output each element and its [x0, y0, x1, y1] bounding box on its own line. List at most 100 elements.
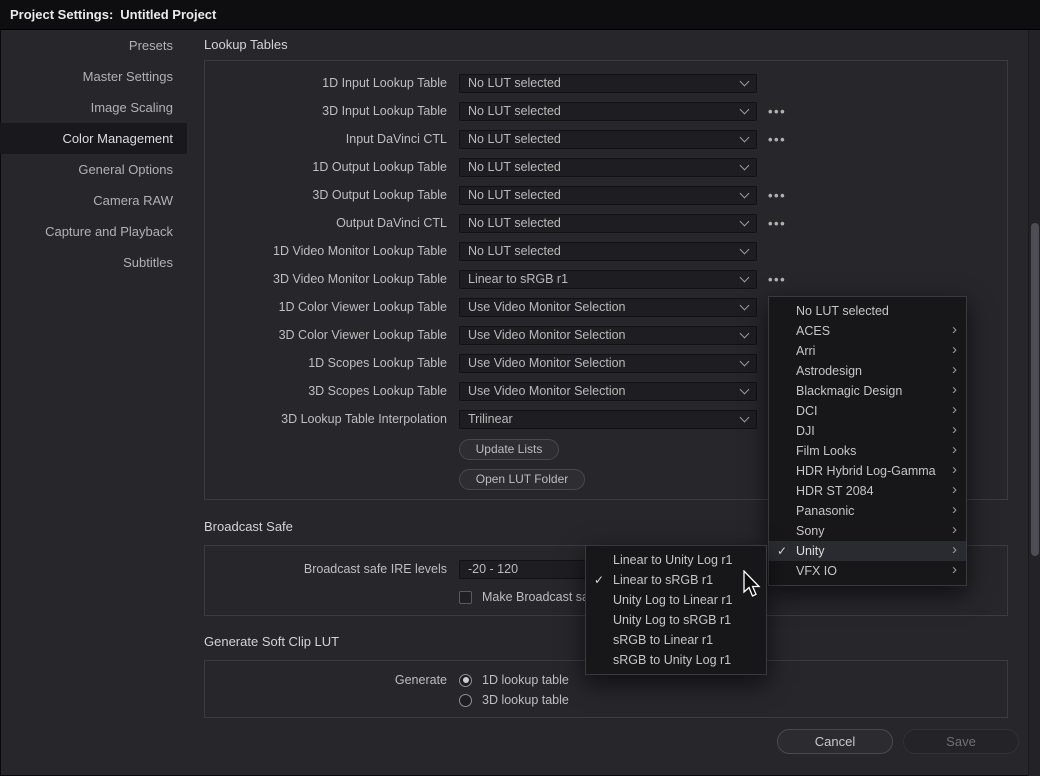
lut-row: 1D Output Lookup Table No LUT selected — [205, 153, 1007, 181]
chevron-down-icon — [740, 104, 750, 114]
lut-row: Output DaVinci CTL No LUT selected — [205, 209, 1007, 237]
sidebar-item-capture-and-playback[interactable]: Capture and Playback — [0, 216, 187, 247]
menu-item-label: Sony — [796, 524, 825, 538]
menu-item-label: Panasonic — [796, 504, 854, 518]
menu-item-label: Linear to Unity Log r1 — [613, 553, 733, 567]
lut-dropdown-output-ctl[interactable]: No LUT selected — [459, 214, 757, 233]
submenu-item-unity-log-to-linear[interactable]: Unity Log to Linear r1 — [586, 590, 766, 610]
lut-dropdown-1d-output[interactable]: No LUT selected — [459, 158, 757, 177]
more-options-button[interactable] — [768, 188, 786, 203]
submenu-arrow-icon — [952, 381, 957, 401]
menu-item-dci[interactable]: DCI — [769, 401, 966, 421]
menu-item-label: DCI — [796, 404, 818, 418]
menu-item-label: sRGB to Unity Log r1 — [613, 653, 731, 667]
submenu-arrow-icon — [952, 541, 957, 561]
sidebar-item-color-management[interactable]: Color Management — [0, 123, 187, 154]
lut-row: 3D Output Lookup Table No LUT selected — [205, 181, 1007, 209]
section-heading-broadcast-safe: Broadcast Safe — [204, 519, 293, 534]
menu-item-dji[interactable]: DJI — [769, 421, 966, 441]
submenu-arrow-icon — [952, 501, 957, 521]
lut-row: 3D Video Monitor Lookup Table Linear to … — [205, 265, 1007, 293]
submenu-item-srgb-to-linear[interactable]: sRGB to Linear r1 — [586, 630, 766, 650]
lut-dropdown-interpolation[interactable]: Trilinear — [459, 410, 757, 429]
submenu-arrow-icon — [952, 481, 957, 501]
sidebar-item-general-options[interactable]: General Options — [0, 154, 187, 185]
chevron-down-icon — [740, 412, 750, 422]
dropdown-value: No LUT selected — [468, 244, 741, 258]
menu-item-label: Astrodesign — [796, 364, 862, 378]
chevron-down-icon — [740, 76, 750, 86]
radio-1d-lookup-table[interactable] — [459, 674, 472, 687]
more-options-button[interactable] — [768, 272, 786, 287]
sidebar-item-master-settings[interactable]: Master Settings — [0, 61, 187, 92]
menu-item-arri[interactable]: Arri — [769, 341, 966, 361]
cancel-button[interactable]: Cancel — [777, 729, 893, 754]
dropdown-value: No LUT selected — [468, 132, 741, 146]
lut-dropdown-1d-input[interactable]: No LUT selected — [459, 74, 757, 93]
settings-sidebar: Presets Master Settings Image Scaling Co… — [0, 30, 187, 776]
radio-label: 1D lookup table — [482, 673, 569, 687]
menu-item-label: Arri — [796, 344, 815, 358]
dropdown-value: Use Video Monitor Selection — [468, 384, 741, 398]
row-label: 1D Video Monitor Lookup Table — [205, 244, 447, 258]
more-options-button[interactable] — [768, 132, 786, 147]
dropdown-value: Use Video Monitor Selection — [468, 356, 741, 370]
section-heading-generate-soft-clip: Generate Soft Clip LUT — [204, 634, 339, 649]
submenu-arrow-icon — [952, 441, 957, 461]
menu-item-aces[interactable]: ACES — [769, 321, 966, 341]
make-broadcast-safe-checkbox[interactable] — [459, 591, 472, 604]
more-options-button[interactable] — [768, 104, 786, 119]
row-label: Output DaVinci CTL — [205, 216, 447, 230]
row-label: 3D Color Viewer Lookup Table — [205, 328, 447, 342]
lut-dropdown-3d-scopes[interactable]: Use Video Monitor Selection — [459, 382, 757, 401]
scrollbar-track[interactable] — [1028, 30, 1040, 776]
radio-label: 3D lookup table — [482, 693, 569, 707]
chevron-down-icon — [740, 300, 750, 310]
lut-dropdown-3d-color-viewer[interactable]: Use Video Monitor Selection — [459, 326, 757, 345]
row-label: Broadcast safe IRE levels — [205, 562, 447, 576]
menu-item-no-lut-selected[interactable]: No LUT selected — [769, 301, 966, 321]
lut-dropdown-3d-video-monitor[interactable]: Linear to sRGB r1 — [459, 270, 757, 289]
sidebar-item-camera-raw[interactable]: Camera RAW — [0, 185, 187, 216]
chevron-down-icon — [740, 244, 750, 254]
lut-dropdown-1d-color-viewer[interactable]: Use Video Monitor Selection — [459, 298, 757, 317]
menu-item-sony[interactable]: Sony — [769, 521, 966, 541]
row-label: 3D Output Lookup Table — [205, 188, 447, 202]
submenu-item-unity-log-to-srgb[interactable]: Unity Log to sRGB r1 — [586, 610, 766, 630]
submenu-item-linear-to-unity-log[interactable]: Linear to Unity Log r1 — [586, 550, 766, 570]
dropdown-value: No LUT selected — [468, 216, 741, 230]
submenu-item-linear-to-srgb[interactable]: Linear to sRGB r1 — [586, 570, 766, 590]
menu-item-hdr-st-2084[interactable]: HDR ST 2084 — [769, 481, 966, 501]
submenu-item-srgb-to-unity-log[interactable]: sRGB to Unity Log r1 — [586, 650, 766, 670]
menu-item-film-looks[interactable]: Film Looks — [769, 441, 966, 461]
chevron-down-icon — [740, 132, 750, 142]
check-icon — [777, 541, 787, 561]
window-title: Project Settings: — [10, 7, 113, 22]
radio-3d-lookup-table[interactable] — [459, 694, 472, 707]
sidebar-item-presets[interactable]: Presets — [0, 30, 187, 61]
menu-item-vfx-io[interactable]: VFX IO — [769, 561, 966, 581]
lut-dropdown-input-ctl[interactable]: No LUT selected — [459, 130, 757, 149]
scrollbar-thumb[interactable] — [1031, 223, 1039, 556]
save-button[interactable]: Save — [903, 729, 1019, 754]
submenu-arrow-icon — [952, 341, 957, 361]
submenu-arrow-icon — [952, 521, 957, 541]
sidebar-item-image-scaling[interactable]: Image Scaling — [0, 92, 187, 123]
menu-item-blackmagic-design[interactable]: Blackmagic Design — [769, 381, 966, 401]
menu-item-unity[interactable]: Unity — [769, 541, 966, 561]
sidebar-item-subtitles[interactable]: Subtitles — [0, 247, 187, 278]
dropdown-value: Use Video Monitor Selection — [468, 328, 741, 342]
lut-dropdown-1d-scopes[interactable]: Use Video Monitor Selection — [459, 354, 757, 373]
menu-item-hdr-hybrid-log-gamma[interactable]: HDR Hybrid Log-Gamma — [769, 461, 966, 481]
more-options-button[interactable] — [768, 216, 786, 231]
lut-dropdown-3d-output[interactable]: No LUT selected — [459, 186, 757, 205]
menu-item-astrodesign[interactable]: Astrodesign — [769, 361, 966, 381]
lut-dropdown-1d-video-monitor[interactable]: No LUT selected — [459, 242, 757, 261]
menu-item-panasonic[interactable]: Panasonic — [769, 501, 966, 521]
lut-dropdown-3d-input[interactable]: No LUT selected — [459, 102, 757, 121]
menu-item-label: No LUT selected — [796, 304, 889, 318]
open-lut-folder-button[interactable]: Open LUT Folder — [459, 469, 585, 490]
lut-context-menu: No LUT selected ACES Arri Astrodesign Bl… — [768, 296, 967, 586]
menu-item-label: HDR ST 2084 — [796, 484, 874, 498]
update-lists-button[interactable]: Update Lists — [459, 439, 559, 460]
